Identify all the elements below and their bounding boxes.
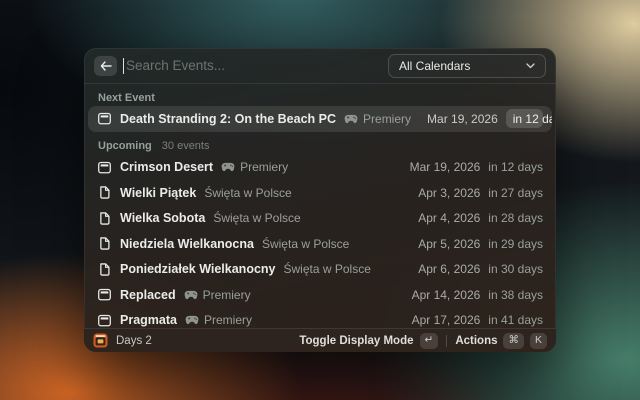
event-title: Crimson Desert: [120, 160, 213, 174]
footer-bar: Days 2 Toggle Display Mode ↵ Actions ⌘ K: [84, 328, 556, 352]
event-relative-days: in 12 days: [506, 109, 543, 128]
event-title: Wielki Piątek: [120, 186, 196, 200]
section-header-next-event: Next Event: [88, 89, 552, 106]
section-title: Next Event: [98, 92, 155, 104]
calendar-icon: [97, 287, 112, 302]
chevron-down-icon: [526, 63, 535, 69]
section-title: Upcoming: [98, 140, 152, 152]
event-row[interactable]: Wielki Piątek Święta w Polsce Apr 3, 202…: [88, 180, 552, 206]
event-title: Niedziela Wielkanocna: [120, 237, 254, 251]
document-icon: [97, 185, 112, 200]
section-header-upcoming: Upcoming 30 events: [88, 138, 552, 155]
event-row[interactable]: Niedziela Wielkanocna Święta w Polsce Ap…: [88, 231, 552, 257]
event-row[interactable]: Replaced Premiery Apr 14, 2026 in 38 day…: [88, 282, 552, 308]
gamepad-icon: [344, 114, 358, 124]
event-title: Pragmata: [120, 313, 177, 327]
event-relative-days: in 38 days: [488, 288, 543, 302]
event-title: Death Stranding 2: On the Beach PC: [120, 112, 336, 126]
event-row[interactable]: Death Stranding 2: On the Beach PC Premi…: [88, 106, 552, 132]
events-list: Next Event Death Stranding 2: On the Bea…: [88, 84, 552, 352]
k-key-badge: K: [530, 333, 547, 349]
event-tag: Premiery: [185, 313, 252, 327]
actions-button[interactable]: Actions ⌘ K: [455, 333, 547, 349]
desktop-wallpaper: { "search": { "placeholder": "Search Eve…: [0, 0, 640, 400]
event-tag: Premiery: [184, 288, 251, 302]
event-tag: Premiery: [221, 160, 288, 174]
event-row[interactable]: Wielka Sobota Święta w Polsce Apr 4, 202…: [88, 206, 552, 232]
event-row[interactable]: Crimson Desert Premiery Mar 19, 2026 in …: [88, 155, 552, 181]
gamepad-icon: [184, 290, 198, 300]
arrow-left-icon: [100, 61, 112, 71]
event-date: Mar 19, 2026: [410, 160, 481, 174]
gamepad-icon: [185, 315, 199, 325]
toggle-display-mode-button[interactable]: Toggle Display Mode ↵: [299, 333, 438, 349]
event-tag: Święta w Polsce: [213, 211, 300, 225]
event-row[interactable]: Poniedziałek Wielkanocny Święta w Polsce…: [88, 257, 552, 283]
event-relative-days: in 12 days: [488, 160, 543, 174]
event-relative-days: in 28 days: [488, 211, 543, 225]
event-tag: Premiery: [344, 112, 411, 126]
event-date: Apr 3, 2026: [418, 186, 480, 200]
document-icon: [97, 236, 112, 251]
search-input[interactable]: [124, 58, 388, 73]
event-relative-days: in 30 days: [488, 262, 543, 276]
event-date: Apr 6, 2026: [418, 262, 480, 276]
footer-divider: [446, 335, 447, 347]
next-event-rows: Death Stranding 2: On the Beach PC Premi…: [88, 106, 552, 132]
event-date: Apr 5, 2026: [418, 237, 480, 251]
event-date: Mar 19, 2026: [427, 112, 498, 126]
calendar-icon: [97, 111, 112, 126]
event-relative-days: in 41 days: [488, 313, 543, 327]
search-header: All Calendars: [84, 48, 556, 84]
gamepad-icon: [221, 162, 235, 172]
event-date: Apr 17, 2026: [412, 313, 481, 327]
extension-title: Days 2: [116, 335, 152, 347]
event-tag: Święta w Polsce: [262, 237, 349, 251]
cmd-key-badge: ⌘: [503, 333, 524, 349]
event-relative-days: in 27 days: [488, 186, 543, 200]
event-date: Apr 4, 2026: [418, 211, 480, 225]
document-icon: [97, 262, 112, 277]
days-app-icon: [93, 333, 108, 348]
calendar-icon: [97, 313, 112, 328]
event-date: Apr 14, 2026: [412, 288, 481, 302]
upcoming-rows: Crimson Desert Premiery Mar 19, 2026 in …: [88, 155, 552, 334]
back-button[interactable]: [94, 56, 117, 76]
event-title: Wielka Sobota: [120, 211, 205, 225]
events-window: All Calendars Next Event Death Stranding…: [84, 48, 556, 352]
event-title: Replaced: [120, 288, 176, 302]
document-icon: [97, 211, 112, 226]
section-count: 30 events: [162, 140, 210, 152]
calendar-filter-value: All Calendars: [399, 59, 518, 73]
event-title: Poniedziałek Wielkanocny: [120, 262, 276, 276]
calendar-icon: [97, 160, 112, 175]
event-tag: Święta w Polsce: [204, 186, 291, 200]
enter-key-badge: ↵: [420, 333, 439, 349]
event-tag: Święta w Polsce: [284, 262, 371, 276]
calendar-filter-dropdown[interactable]: All Calendars: [388, 54, 546, 78]
event-relative-days: in 29 days: [488, 237, 543, 251]
